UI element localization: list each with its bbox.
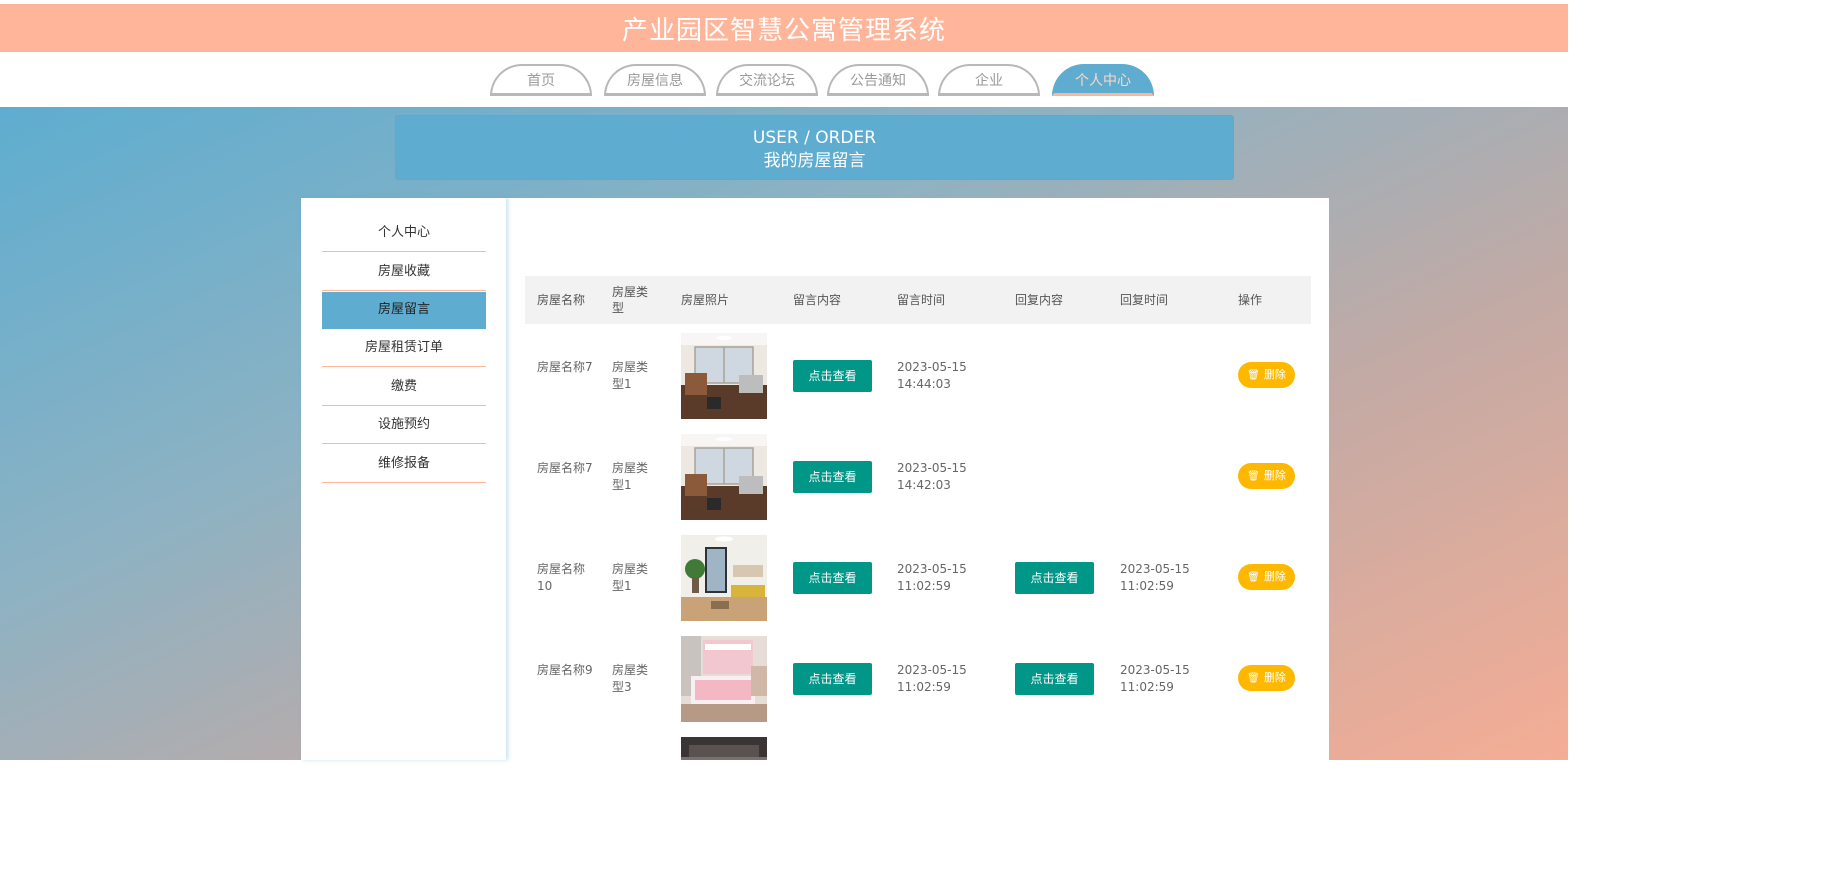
nav-tab-forum[interactable]: 交流论坛 [716,64,818,96]
sidebar-item-personal-center[interactable]: 个人中心 [322,215,486,252]
house-photo [681,333,767,419]
reply-date: 2023-05-15 [1120,562,1190,576]
cell-house-name: 房屋名称7 [537,461,593,475]
cell-house-name: 房屋名称9 [537,663,593,677]
delete-button[interactable]: 🗑 删除 [1238,362,1295,388]
cell-message-time: 2023-05-15 14:42:03 [897,460,967,494]
view-reply-button[interactable]: 点击查看 [1015,663,1094,695]
sidebar-item-repair[interactable]: 维修报备 [322,446,486,483]
house-photo [681,535,767,621]
view-content-button[interactable]: 点击查看 [793,663,872,695]
th-operation: 操作 [1238,293,1263,307]
delete-label: 删除 [1263,570,1286,583]
sidebar-item-rental-orders[interactable]: 房屋租赁订单 [322,330,486,367]
message-clock: 11:02:59 [897,680,951,694]
table-row: 房屋名称7 房屋类型1 点击查看 2023-05-15 14:44:03 🗑 删除 [525,325,1311,426]
cell-house-type: 房屋类型1 [612,562,649,593]
sidebar: 个人中心 房屋收藏 房屋留言 房屋租赁订单 缴费 设施预约 维修报备 [301,198,506,760]
table-row [525,729,1311,760]
cell-reply-time: 2023-05-15 11:02:59 [1120,561,1190,595]
delete-label: 删除 [1263,368,1286,381]
cell-message-time: 2023-05-15 14:44:03 [897,359,967,393]
cell-message-time: 2023-05-15 11:02:59 [897,662,967,696]
nav-tab-home[interactable]: 首页 [490,64,592,96]
trash-icon: 🗑 [1247,673,1260,684]
message-date: 2023-05-15 [897,360,967,374]
cell-house-name: 房屋名称10 [537,562,586,593]
trash-icon: 🗑 [1247,572,1260,583]
delete-button[interactable]: 🗑 删除 [1238,463,1295,489]
sidebar-item-payment[interactable]: 缴费 [322,369,486,406]
table-row: 房屋名称7 房屋类型1 点击查看 2023-05-15 14:42:03 🗑 删除 [525,426,1311,527]
delete-label: 删除 [1263,469,1286,482]
house-photo [681,636,767,722]
message-date: 2023-05-15 [897,461,967,475]
main-nav: 首页 房屋信息 交流论坛 公告通知 企业 个人中心 [0,52,1568,107]
banner-subtitle: USER / ORDER [752,128,877,148]
trash-icon: 🗑 [1247,471,1260,482]
nav-tab-house-info[interactable]: 房屋信息 [604,64,706,96]
content-panel: 个人中心 房屋收藏 房屋留言 房屋租赁订单 缴费 设施预约 维修报备 房屋名称 … [301,198,1329,760]
house-photo [681,434,767,520]
cell-message-time: 2023-05-15 11:02:59 [897,561,967,595]
th-house-photo: 房屋照片 [681,293,730,307]
trash-icon: 🗑 [1247,370,1260,381]
site-header: 产业园区智慧公寓管理系统 [0,4,1568,52]
banner-title: 我的房屋留言 [763,151,866,171]
view-reply-button[interactable]: 点击查看 [1015,562,1094,594]
delete-label: 删除 [1263,671,1286,684]
message-clock: 14:42:03 [897,478,951,492]
cell-house-type: 房屋类型1 [612,461,649,492]
th-message-content: 留言内容 [793,293,842,307]
message-clock: 11:02:59 [897,579,951,593]
th-message-time: 留言时间 [897,293,946,307]
table-row: 房屋名称10 房屋类型1 点击查看 2023-05-15 11:02:59 点击… [525,527,1311,628]
nav-tab-personal-center[interactable]: 个人中心 [1052,64,1154,96]
th-reply-content: 回复内容 [1015,293,1064,307]
view-content-button[interactable]: 点击查看 [793,562,872,594]
house-photo [681,737,767,760]
page-banner: USER / ORDER 我的房屋留言 [395,115,1234,180]
th-house-type: 房屋类型 [612,285,649,315]
site-title: 产业园区智慧公寓管理系统 [621,15,946,46]
th-house-name: 房屋名称 [537,293,586,307]
table-row: 房屋名称9 房屋类型3 点击查看 2023-05-15 11:02:59 点击查… [525,628,1311,729]
view-content-button[interactable]: 点击查看 [793,461,872,493]
reply-clock: 11:02:59 [1120,579,1174,593]
delete-button[interactable]: 🗑 删除 [1238,564,1295,590]
sidebar-item-messages[interactable]: 房屋留言 [322,292,486,329]
cell-house-name: 房屋名称7 [537,360,593,374]
cell-house-type: 房屋类型3 [612,663,649,694]
reply-date: 2023-05-15 [1120,663,1190,677]
th-reply-time: 回复时间 [1120,293,1169,307]
view-content-button[interactable]: 点击查看 [793,360,872,392]
message-clock: 14:44:03 [897,377,951,391]
sidebar-item-favorites[interactable]: 房屋收藏 [322,254,486,291]
delete-button[interactable]: 🗑 删除 [1238,665,1295,691]
nav-tab-notice[interactable]: 公告通知 [827,64,929,96]
message-date: 2023-05-15 [897,562,967,576]
nav-tab-enterprise[interactable]: 企业 [938,64,1040,96]
cell-house-type: 房屋类型1 [612,360,649,391]
sidebar-item-facility-booking[interactable]: 设施预约 [322,407,486,444]
cell-reply-time: 2023-05-15 11:02:59 [1120,662,1190,696]
reply-clock: 11:02:59 [1120,680,1174,694]
table-header: 房屋名称 房屋类型 房屋照片 留言内容 留言时间 回复内容 回复时间 操作 [525,276,1311,324]
message-date: 2023-05-15 [897,663,967,677]
